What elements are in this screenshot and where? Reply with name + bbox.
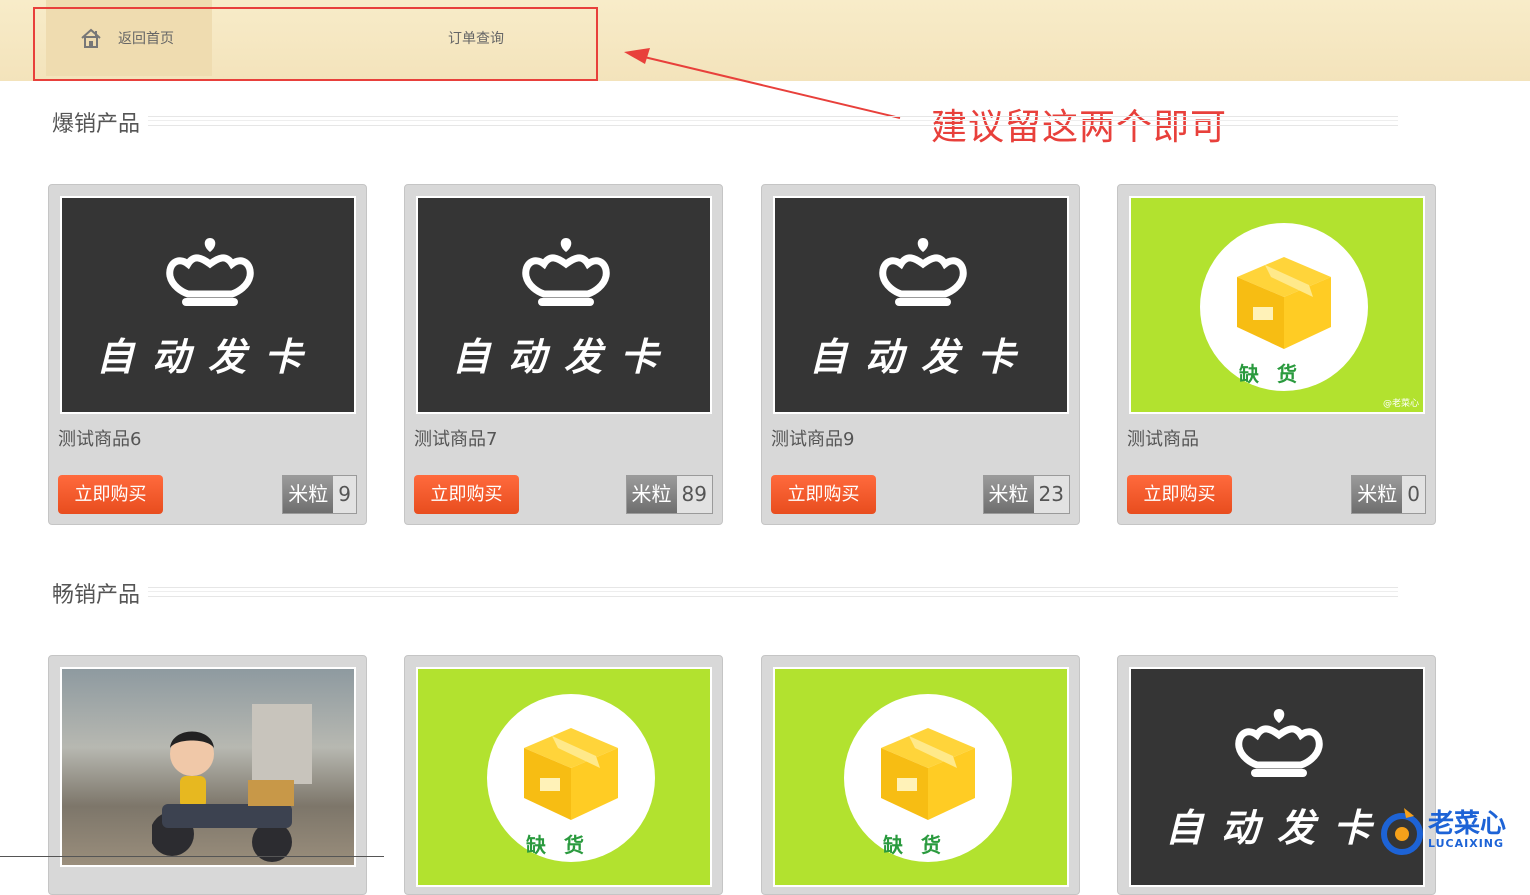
price-value: 23 [1033,476,1069,513]
figurine-photo [152,704,312,862]
site-watermark-logo: 老菜心 LUCAIXING [1380,804,1506,856]
image-caption: 自动发卡 [451,334,676,379]
logo-name: 老菜心 [1428,808,1507,839]
price-unit: 米粒 [983,476,1034,513]
product-image-out-of-stock[interactable]: 缺货 @老菜心 [1129,196,1425,414]
logo-swirl-icon [1381,808,1423,855]
image-caption: 缺货 [526,833,602,857]
section-divider [148,587,1398,597]
product-name[interactable]: 测试商品7 [414,425,497,451]
price-unit: 米粒 [1352,476,1403,513]
crown-icon [1235,709,1323,777]
package-box-icon [881,728,975,820]
image-caption: 自动发卡 [95,334,320,379]
product-name[interactable]: 测试商品9 [771,425,854,451]
section-divider [148,116,1398,126]
crown-icon [522,238,610,306]
image-caption: 自动发卡 [808,334,1033,379]
product-card[interactable]: 自动发卡 测试商品6 立即购买 米粒 9 [48,184,367,525]
product-image-out-of-stock[interactable]: 缺货 [416,667,712,887]
price-value: 89 [676,476,712,513]
package-box-icon [1237,257,1331,349]
buy-now-button[interactable]: 立即购买 [1127,475,1232,514]
package-box-icon [524,728,618,820]
product-card[interactable] [48,655,367,895]
product-card[interactable]: 自动发卡 测试商品7 立即购买 米粒 89 [404,184,723,525]
buy-now-button[interactable]: 立即购买 [771,475,876,514]
section-title-hot: 爆销产品 [52,112,141,137]
price-unit: 米粒 [626,476,677,513]
product-image-auto-card[interactable]: 自动发卡 [416,196,712,414]
buy-now-button[interactable]: 立即购买 [58,475,163,514]
product-card[interactable]: 自动发卡 测试商品9 立即购买 米粒 23 [761,184,1080,525]
image-watermark: @老菜心 [1382,399,1419,409]
product-name[interactable]: 测试商品6 [58,425,141,451]
product-image-photo[interactable] [60,667,356,867]
buy-now-button[interactable]: 立即购买 [414,475,519,514]
product-card[interactable]: 自动发卡 [1117,655,1436,895]
image-caption: 缺货 [1239,362,1315,386]
product-image-out-of-stock[interactable]: 缺货 [773,667,1069,887]
price-value: 0 [1402,476,1425,513]
price-tag: 米粒 9 [282,475,357,514]
product-card[interactable]: 缺货 @老菜心 测试商品 立即购买 米粒 0 [1117,184,1436,525]
crown-icon [879,238,967,306]
product-card[interactable]: 缺货 [404,655,723,895]
price-tag: 米粒 23 [982,475,1070,514]
crown-icon [166,238,254,306]
product-image-auto-card[interactable]: 自动发卡 [60,196,356,414]
product-name[interactable]: 测试商品 [1127,425,1199,451]
product-card[interactable]: 缺货 [761,655,1080,895]
price-tag: 米粒 0 [1351,475,1426,514]
section-title-bestseller: 畅销产品 [52,583,141,608]
product-image-auto-card[interactable]: 自动发卡 [773,196,1069,414]
price-value: 9 [333,476,356,513]
image-caption: 缺货 [883,833,959,857]
logo-subtitle: LUCAIXING [1428,836,1505,850]
price-tag: 米粒 89 [625,475,713,514]
bottom-divider [0,856,384,857]
price-unit: 米粒 [283,476,334,513]
